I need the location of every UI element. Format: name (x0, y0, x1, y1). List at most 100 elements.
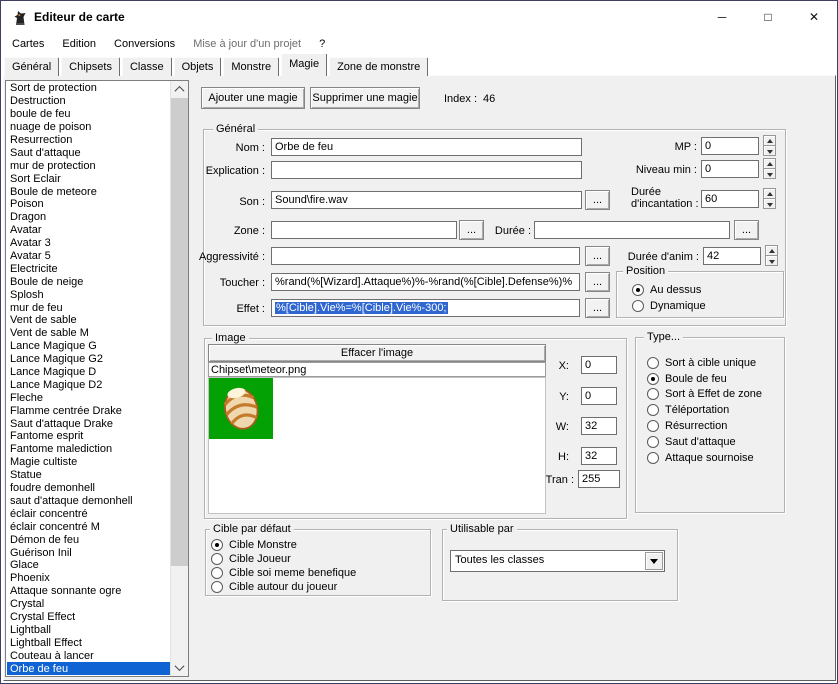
zone-browse-button[interactable]: ... (459, 220, 484, 240)
menu-item[interactable]: Conversions (105, 35, 184, 53)
list-item[interactable]: Démon de feu (7, 533, 170, 546)
list-item[interactable]: Crystal Effect (7, 611, 170, 624)
list-item[interactable]: saut d'attaque demonhell (7, 495, 170, 508)
effet-input[interactable]: %[Cible].Vie%=%[Cible].Vie%-300; (271, 299, 580, 317)
list-item[interactable]: éclair concentré M (7, 520, 170, 533)
x-input[interactable]: 0 (581, 356, 617, 374)
list-item[interactable]: Fleche (7, 391, 170, 404)
aggressivite-browse-button[interactable]: ... (585, 246, 610, 266)
minimize-icon[interactable]: ─ (699, 1, 745, 33)
toucher-input[interactable]: %rand(%[Wizard].Attaque%)%-%rand(%[Cible… (271, 273, 580, 291)
radio-option[interactable]: Résurrection (647, 418, 762, 434)
radio-option[interactable]: Cible autour du joueur (211, 580, 356, 594)
list-item[interactable]: Avatar (7, 224, 170, 237)
list-item[interactable]: Boule de neige (7, 275, 170, 288)
w-input[interactable]: 32 (581, 417, 617, 435)
list-item[interactable]: Attaque sonnante ogre (7, 585, 170, 598)
radio-icon[interactable] (211, 567, 223, 579)
list-item[interactable]: Avatar 5 (7, 250, 170, 263)
list-item[interactable]: Resurrection (7, 134, 170, 147)
mp-input[interactable]: 0 (701, 137, 759, 155)
radio-icon[interactable] (647, 357, 659, 369)
add-magic-button[interactable]: Ajouter une magie (201, 87, 305, 109)
scroll-down-button[interactable] (171, 659, 188, 676)
list-item[interactable]: Fantome malediction (7, 443, 170, 456)
tab[interactable]: Général (4, 57, 59, 76)
duree-anim-input[interactable]: 42 (703, 247, 761, 265)
tab[interactable]: Zone de monstre (329, 57, 428, 76)
list-item[interactable]: Lance Magique G2 (7, 353, 170, 366)
list-item[interactable]: Avatar 3 (7, 237, 170, 250)
list-item[interactable]: Glace (7, 559, 170, 572)
list-item[interactable]: Sort Eclair (7, 172, 170, 185)
tab[interactable]: Monstre (223, 57, 279, 76)
radio-option[interactable]: Boule de feu (647, 371, 762, 387)
menu-item[interactable]: Cartes (3, 35, 53, 53)
radio-option[interactable]: Téléportation (647, 402, 762, 418)
explication-input[interactable] (271, 161, 582, 179)
radio-icon[interactable] (647, 436, 659, 448)
spin-down-button[interactable] (763, 145, 776, 156)
effet-browse-button[interactable]: ... (585, 298, 610, 318)
maximize-icon[interactable]: □ (745, 1, 791, 33)
list-item[interactable]: Statue (7, 469, 170, 482)
duree-browse-button[interactable]: ... (734, 220, 759, 240)
radio-option[interactable]: Cible Monstre (211, 538, 356, 552)
list-item[interactable]: Boule de meteore (7, 185, 170, 198)
list-item[interactable]: Lance Magique D2 (7, 378, 170, 391)
list-item[interactable]: Lightball (7, 623, 170, 636)
radio-option[interactable]: Au dessus (632, 282, 706, 298)
radio-icon[interactable] (211, 581, 223, 593)
radio-option[interactable]: Cible Joueur (211, 552, 356, 566)
scroll-thumb[interactable] (171, 98, 188, 566)
zone-input[interactable] (271, 221, 457, 239)
radio-icon[interactable] (647, 388, 659, 400)
list-item[interactable]: Splosh (7, 288, 170, 301)
close-icon[interactable]: ✕ (791, 1, 837, 33)
list-item[interactable]: mur de protection (7, 159, 170, 172)
list-item[interactable]: boule de feu (7, 108, 170, 121)
nom-input[interactable]: Orbe de feu (271, 138, 582, 156)
list-item[interactable]: Lightball Effect (7, 636, 170, 649)
menu-item[interactable]: ? (310, 35, 334, 53)
radio-icon[interactable] (647, 373, 659, 385)
radio-option[interactable]: Sort à Effet de zone (647, 387, 762, 403)
radio-icon[interactable] (632, 284, 644, 296)
list-item[interactable]: Fantome esprit (7, 430, 170, 443)
list-item[interactable]: Saut d'attaque Drake (7, 417, 170, 430)
radio-icon[interactable] (647, 420, 659, 432)
list-item[interactable]: Destruction (7, 95, 170, 108)
remove-magic-button[interactable]: Supprimer une magie (310, 87, 420, 109)
radio-option[interactable]: Attaque sournoise (647, 450, 762, 466)
incantation-input[interactable]: 60 (701, 190, 759, 208)
spin-down-button[interactable] (763, 168, 776, 179)
son-input[interactable]: Sound\fire.wav (271, 191, 582, 209)
radio-icon[interactable] (647, 404, 659, 416)
radio-icon[interactable] (211, 553, 223, 565)
list-item[interactable]: Crystal (7, 598, 170, 611)
list-item[interactable]: Flamme centrée Drake (7, 404, 170, 417)
radio-option[interactable]: Cible soi meme benefique (211, 566, 356, 580)
radio-option[interactable]: Saut d'attaque (647, 434, 762, 450)
toucher-browse-button[interactable]: ... (585, 272, 610, 292)
niveau-min-input[interactable]: 0 (701, 160, 759, 178)
list-item[interactable]: Dragon (7, 211, 170, 224)
list-item[interactable]: Phoenix (7, 572, 170, 585)
tran-input[interactable]: 255 (578, 470, 620, 488)
list-item[interactable]: Orbe de feu (7, 662, 170, 675)
spin-down-button[interactable] (765, 255, 778, 266)
list-item[interactable]: Poison (7, 198, 170, 211)
list-item[interactable]: nuage de poison (7, 121, 170, 134)
radio-icon[interactable] (211, 539, 223, 551)
tab[interactable]: Chipsets (61, 57, 120, 76)
list-item[interactable]: Lance Magique D (7, 366, 170, 379)
radio-option[interactable]: Dynamique (632, 298, 706, 314)
tab[interactable]: Classe (122, 57, 172, 76)
radio-option[interactable]: Sort à cible unique (647, 355, 762, 371)
list-item[interactable]: Couteau à lancer (7, 649, 170, 662)
list-item[interactable]: Electricite (7, 262, 170, 275)
list-item[interactable]: Magie cultiste (7, 456, 170, 469)
menu-item[interactable]: Edition (53, 35, 105, 53)
list-item[interactable]: Lance Magique G (7, 340, 170, 353)
menu-item[interactable]: Mise à jour d'un projet (184, 35, 310, 53)
